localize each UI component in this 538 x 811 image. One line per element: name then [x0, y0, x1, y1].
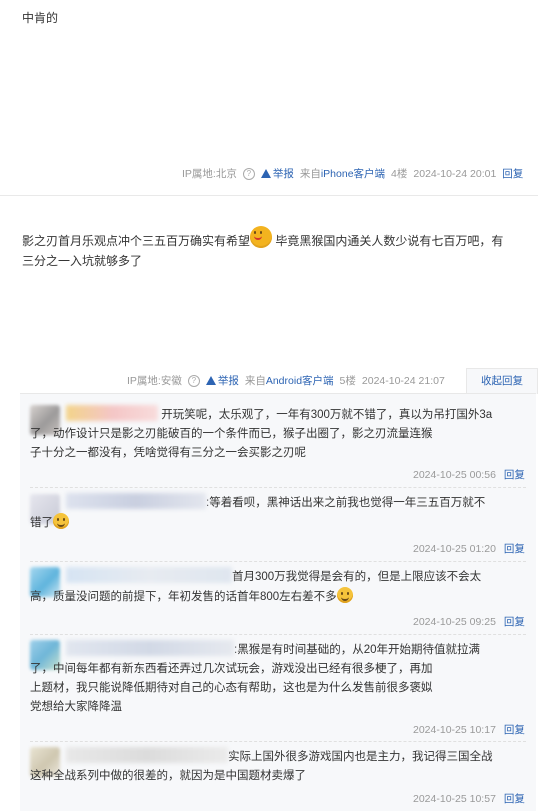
reply-button[interactable]: 回复	[504, 616, 525, 628]
client-link[interactable]: iPhone客户端	[321, 168, 385, 180]
warning-icon	[205, 376, 216, 385]
ip-location: IP属地:安徽	[127, 375, 182, 387]
reply-button[interactable]: 回复	[504, 793, 525, 805]
source-label: 来自iPhone客户端	[299, 168, 386, 180]
reply-button[interactable]: 回复	[502, 166, 523, 181]
username-blurred[interactable]	[66, 405, 158, 421]
reply-meta: 2024-10-25 10:17 回复	[413, 724, 525, 736]
post-content: 中肯的	[22, 8, 58, 28]
post-time: 2024-10-24 21:07	[361, 374, 445, 387]
post-time: 2024-10-24 20:01	[413, 167, 497, 180]
help-icon[interactable]: ?	[242, 167, 255, 180]
reply-button[interactable]: 回复	[504, 543, 525, 555]
username-blurred[interactable]	[66, 640, 234, 656]
reply-item: 实际上国外很多游戏国内也是主力，我记得三国全战 这种全战系列中做的很差的，就因为…	[30, 747, 525, 786]
post-meta: IP属地:安徽 ? 举报 来自Android客户端 5楼 2024-10-24 …	[127, 373, 445, 388]
reply-button[interactable]: 回复	[504, 469, 525, 481]
reply-meta: 2024-10-25 10:57 回复	[413, 793, 525, 805]
report-link[interactable]: 举报	[205, 373, 239, 388]
reply-meta: 2024-10-25 00:56 回复	[413, 469, 525, 481]
post-text: 中肯的	[22, 11, 59, 25]
username-blurred[interactable]	[66, 567, 232, 583]
floor-number: 5楼	[339, 375, 356, 387]
username-blurred[interactable]	[66, 747, 228, 763]
help-icon[interactable]: ?	[187, 374, 200, 387]
reply-separator	[30, 741, 526, 742]
reply-separator	[30, 487, 526, 488]
reply-item: :等着看呗，黑神话出来之前我也觉得一年三五百万就不 错了	[30, 493, 525, 533]
source-label: 来自Android客户端	[244, 375, 334, 387]
reply-separator	[30, 634, 526, 635]
ip-location: IP属地:北京	[182, 168, 237, 180]
reply-item: :黑猴是有时间基础的，从20年开始期待值就拉满 了，中间每年都有新东西看还弄过几…	[30, 640, 525, 717]
collapse-replies-button[interactable]: 收起回复	[466, 368, 538, 394]
reply-meta: 2024-10-25 09:25 回复	[413, 616, 525, 628]
smile-emoji-icon	[53, 513, 69, 529]
reply-item: 开玩笑呢，太乐观了，一年有300万就不错了，真以为吊打国外3a 了，动作设计只是…	[30, 405, 525, 463]
reply-item: 首月300万我觉得是会有的，但是上限应该不会太 高，质量没问题的前提下，年初发售…	[30, 567, 525, 607]
client-link[interactable]: Android客户端	[266, 375, 334, 387]
reply-meta: 2024-10-25 01:20 回复	[413, 543, 525, 555]
reply-separator	[30, 561, 526, 562]
report-link[interactable]: 举报	[260, 166, 294, 181]
username-blurred[interactable]	[66, 493, 206, 509]
post-content: 影之刃首月乐观点冲个三五百万确实有希望 毕竟黑猴国内通关人数少说有七百万吧，有 …	[22, 226, 532, 271]
warning-icon	[260, 169, 271, 178]
drooling-emoji-icon	[250, 226, 273, 248]
floor-number: 4楼	[391, 168, 408, 180]
smile-emoji-icon	[336, 587, 353, 603]
reply-button[interactable]: 回复	[504, 724, 525, 736]
post-meta: IP属地:北京 ? 举报 来自iPhone客户端 4楼 2024-10-24 2…	[182, 166, 523, 181]
post-divider	[0, 195, 538, 196]
